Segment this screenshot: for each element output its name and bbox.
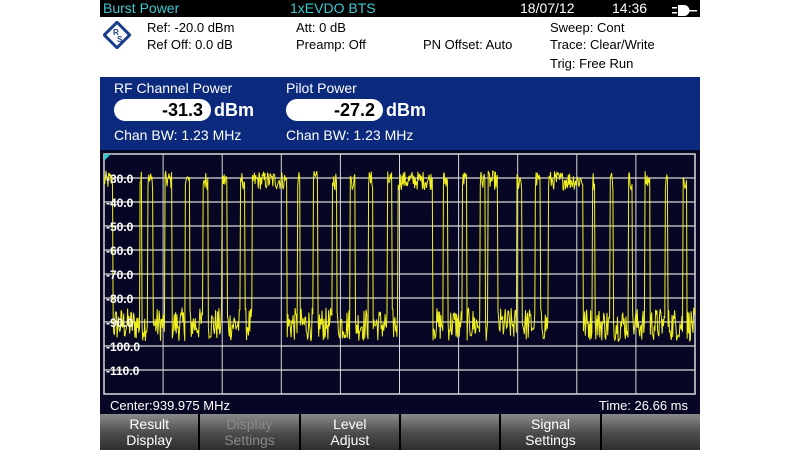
preamp: Preamp: Off (296, 37, 366, 52)
softkey-label: Adjust (330, 432, 370, 448)
mode-title: Burst Power (103, 0, 180, 16)
ref-offset: Ref Off: 0.0 dB (147, 37, 233, 52)
empty-softkey-4[interactable] (400, 414, 500, 450)
empty-softkey-6[interactable] (601, 414, 700, 450)
y-tick-label: -30.0 (106, 172, 134, 186)
settings-info: RS Ref: -20.0 dBm Ref Off: 0.0 dB Att: 0… (100, 17, 700, 77)
results-panel: RF Channel Power -31.3 dBm Chan BW: 1.23… (100, 77, 700, 150)
softkey-bar: Result Display Display Settings Level Adjus… (100, 414, 700, 450)
y-tick-label: -40.0 (106, 196, 134, 210)
date: 18/07/12 (520, 0, 575, 16)
sweep-time: Time: 26.66 ms (598, 398, 688, 413)
y-tick-label: -100.0 (106, 340, 140, 354)
pilot-power-label: Pilot Power (286, 80, 357, 96)
y-tick-label: -110.0 (106, 364, 140, 378)
softkey-label: Settings (525, 432, 576, 448)
softkey-label: Settings (224, 432, 275, 448)
y-tick-label: -80.0 (106, 292, 134, 306)
trigger-mode: Trig: Free Run (550, 56, 634, 71)
pilot-power-value: -27.2 (286, 99, 383, 121)
status-footer: Center:939.975 MHz Time: 26.66 ms (100, 397, 700, 414)
attenuation: Att: 0 dB (296, 20, 346, 35)
svg-text:S: S (117, 35, 123, 44)
softkey-label: Signal (531, 416, 570, 432)
pilot-bw: Chan BW: 1.23 MHz (286, 127, 414, 143)
softkey-label: Display (126, 432, 173, 448)
center-frequency: Center:939.975 MHz (110, 398, 230, 413)
y-tick-label: -90.0 (106, 316, 134, 330)
rf-channel-power-label: RF Channel Power (114, 80, 233, 96)
display-settings-button[interactable]: Display Settings (200, 414, 299, 450)
pilot-power-unit: dBm (386, 100, 426, 120)
trace-mode: Trace: Clear/Write (550, 37, 655, 52)
softkey-label: Result (129, 416, 169, 432)
instrument-screen: Burst Power 1xEVDO BTS 18/07/12 14:36 RS… (100, 0, 700, 450)
rf-channel-power-value: -31.3 (114, 99, 211, 121)
rf-channel-power-unit: dBm (214, 100, 254, 120)
result-display-button[interactable]: Result Display (100, 414, 199, 450)
ref-level: Ref: -20.0 dBm (147, 20, 235, 35)
burst-power-chart: -30.0 -40.0 -50.0 -60.0 -70.0 -80.0 -90.0 -100.… (100, 150, 700, 397)
rs-logo: RS (102, 20, 132, 52)
softkey-label: Display (226, 416, 273, 432)
title-bar: Burst Power 1xEVDO BTS 18/07/12 14:36 (100, 0, 700, 17)
y-tick-label: -50.0 (106, 220, 134, 234)
y-tick-label: -70.0 (106, 268, 134, 282)
level-adjust-button[interactable]: Level Adjust (300, 414, 399, 450)
marker-triangle-icon (104, 154, 111, 161)
sweep-mode: Sweep: Cont (550, 20, 625, 35)
standard-title: 1xEVDO BTS (290, 0, 376, 16)
y-tick-label: -60.0 (106, 244, 134, 258)
softkey-label: Level (333, 416, 367, 432)
trace-plot: -30.0 -40.0 -50.0 -60.0 -70.0 -80.0 -90.0 -100.… (103, 153, 696, 395)
signal-settings-button[interactable]: Signal Settings (501, 414, 600, 450)
time: 14:36 (612, 0, 648, 16)
rf-channel-bw: Chan BW: 1.23 MHz (114, 127, 242, 143)
pn-offset: PN Offset: Auto (423, 37, 513, 52)
